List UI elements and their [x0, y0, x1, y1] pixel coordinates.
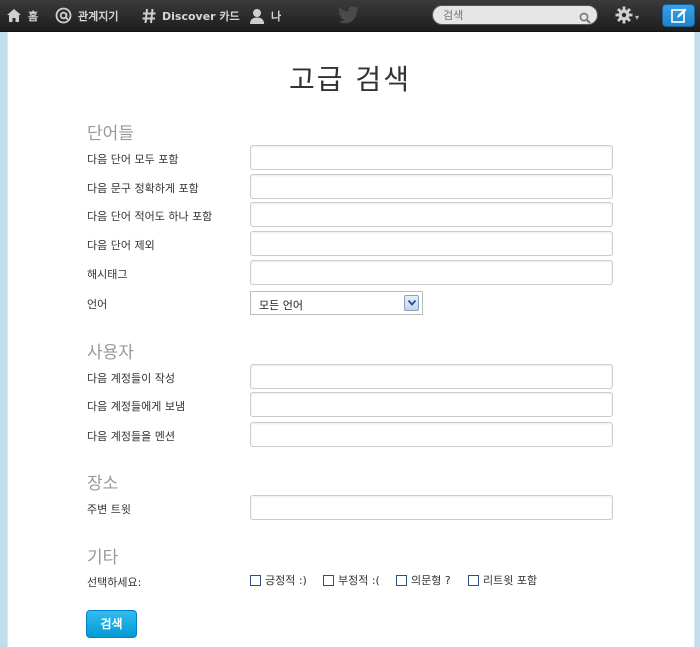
- nav-me-label: 나: [271, 9, 282, 23]
- top-navigation-bar: 홈 관계지기 Discover 카드 나 검색 ▾: [0, 0, 700, 32]
- checkbox-negative-label: 부정적 :(: [338, 574, 380, 587]
- checkbox-question-box[interactable]: [396, 574, 407, 586]
- checkbox-positive-box[interactable]: [250, 574, 261, 586]
- checkbox-positive[interactable]: 긍정적 :): [250, 572, 307, 588]
- label-language: 언어: [87, 298, 108, 311]
- checkbox-negative[interactable]: 부정적 :(: [323, 572, 380, 588]
- person-icon: [249, 8, 265, 24]
- hashtags-input[interactable]: [250, 260, 613, 285]
- nav-connect-label: 관계지기: [78, 9, 119, 23]
- nav-discover[interactable]: Discover 카드: [142, 0, 240, 31]
- label-select: 선택하세요:: [87, 576, 142, 589]
- checkbox-positive-label: 긍정적 :): [265, 574, 307, 587]
- label-any-words: 다음 단어 적어도 하나 포함: [87, 210, 213, 223]
- nav-connect[interactable]: 관계지기: [55, 0, 118, 31]
- label-near-place: 주변 트윗: [87, 503, 131, 516]
- language-select[interactable]: 모든 언어: [250, 291, 423, 315]
- chevron-down-icon[interactable]: [404, 295, 419, 311]
- search-submit-button[interactable]: 검색: [86, 610, 137, 638]
- home-icon: [6, 8, 22, 23]
- label-exact-phrase: 다음 문구 정확하게 포함: [87, 182, 199, 195]
- checkbox-retweets-label: 리트윗 포함: [483, 574, 538, 587]
- magnifier-icon[interactable]: [579, 9, 591, 28]
- twitter-bird-icon[interactable]: [338, 6, 360, 28]
- near-place-input[interactable]: [250, 495, 613, 520]
- section-words-title: 단어들: [87, 124, 134, 144]
- label-to-accounts: 다음 계정들에게 보냄: [87, 400, 186, 413]
- settings-menu-button[interactable]: ▾: [615, 6, 639, 28]
- language-selected-value: 모든 언어: [259, 299, 303, 312]
- label-mention-accounts: 다음 계정들을 멘션: [87, 430, 175, 443]
- page-title: 고급 검색: [289, 63, 411, 96]
- gear-icon: [615, 6, 633, 28]
- checkbox-negative-box[interactable]: [323, 574, 334, 586]
- chevron-down-icon: ▾: [635, 12, 640, 22]
- checkbox-retweets-box[interactable]: [468, 574, 479, 586]
- from-accounts-input[interactable]: [250, 364, 613, 389]
- section-places-title: 장소: [87, 474, 119, 494]
- checkbox-retweets[interactable]: 리트윗 포함: [468, 572, 537, 588]
- label-all-words: 다음 단어 모두 포함: [87, 153, 179, 166]
- checkbox-question-label: 의문형 ?: [411, 574, 451, 587]
- search-input[interactable]: [443, 6, 573, 24]
- to-accounts-input[interactable]: [250, 392, 613, 417]
- hashtag-icon: [142, 8, 156, 24]
- nav-discover-label: Discover 카드: [162, 9, 240, 23]
- nav-home-label: 홈: [28, 9, 39, 23]
- label-hashtags: 해시태그: [87, 268, 128, 281]
- label-from-accounts: 다음 계정들이 작성: [87, 372, 175, 385]
- section-people-title: 사용자: [87, 343, 134, 363]
- nav-home[interactable]: 홈: [6, 0, 38, 31]
- at-sign-icon: [55, 7, 72, 24]
- section-other-title: 기타: [87, 548, 119, 568]
- mention-accounts-input[interactable]: [250, 422, 613, 447]
- search-box[interactable]: [432, 5, 598, 25]
- nav-me[interactable]: 나: [249, 0, 281, 31]
- exact-phrase-input[interactable]: [250, 174, 613, 199]
- any-words-input[interactable]: [250, 202, 613, 227]
- exclude-words-input[interactable]: [250, 231, 613, 256]
- checkbox-question[interactable]: 의문형 ?: [396, 572, 451, 588]
- label-exclude-words: 다음 단어 제외: [87, 239, 155, 252]
- compose-tweet-button[interactable]: [662, 4, 695, 27]
- all-words-input[interactable]: [250, 145, 613, 170]
